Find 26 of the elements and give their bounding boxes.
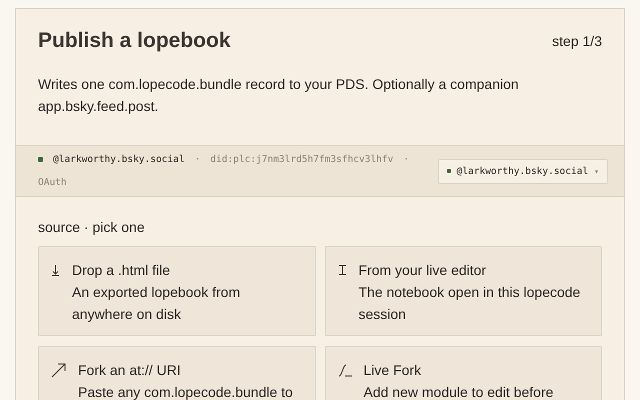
source-option[interactable]: From your live editor The notebook open in this lopecode session bbox=[324, 246, 602, 336]
option-title: Live Fork bbox=[364, 361, 422, 380]
account-picker[interactable]: @larkworthy.bsky.social ▾ bbox=[438, 158, 608, 184]
option-description: Paste any com.lopecode.bundle to bbox=[78, 383, 293, 400]
source-option[interactable]: Live Fork Add new module to edit before bbox=[324, 346, 602, 400]
arrow-up-right-icon bbox=[51, 362, 66, 378]
separator-dot: · bbox=[403, 154, 410, 165]
dialog-title: Publish a lopebook bbox=[38, 29, 231, 53]
option-title: Drop a .html file bbox=[72, 261, 172, 280]
section-label: source · pick one bbox=[38, 219, 146, 235]
download-icon bbox=[51, 264, 60, 276]
curve-icon bbox=[338, 364, 352, 376]
separator-dot: · bbox=[194, 154, 200, 165]
text-cursor-icon bbox=[338, 265, 346, 275]
step-indicator: step 1/3 bbox=[552, 33, 602, 49]
auth-method: OAuth bbox=[38, 177, 68, 188]
option-description: An exported lopebook from anywhere on disk bbox=[72, 283, 242, 324]
option-title: From your live editor bbox=[358, 261, 488, 280]
description-text: Writes one com.lopecode.bundle record to your PDS. Optionally a companion app.bsky.feed.post. bbox=[38, 75, 520, 116]
source-option[interactable]: Fork an at:// URI Paste any com.lopecode.bundle to bbox=[38, 346, 316, 400]
option-description: The notebook open in this lopecode session bbox=[358, 283, 582, 324]
account-handle: @larkworthy.bsky.social bbox=[53, 154, 185, 165]
source-option[interactable]: Drop a .html file An exported lopebook from anywhere on disk bbox=[38, 246, 316, 336]
option-title: Fork an at:// URI bbox=[78, 361, 182, 380]
option-description: Add new module to edit before bbox=[364, 383, 554, 400]
account-did: did:plc:j7nm3lrd5h7fm3sfhcv3lhfv bbox=[210, 154, 394, 165]
